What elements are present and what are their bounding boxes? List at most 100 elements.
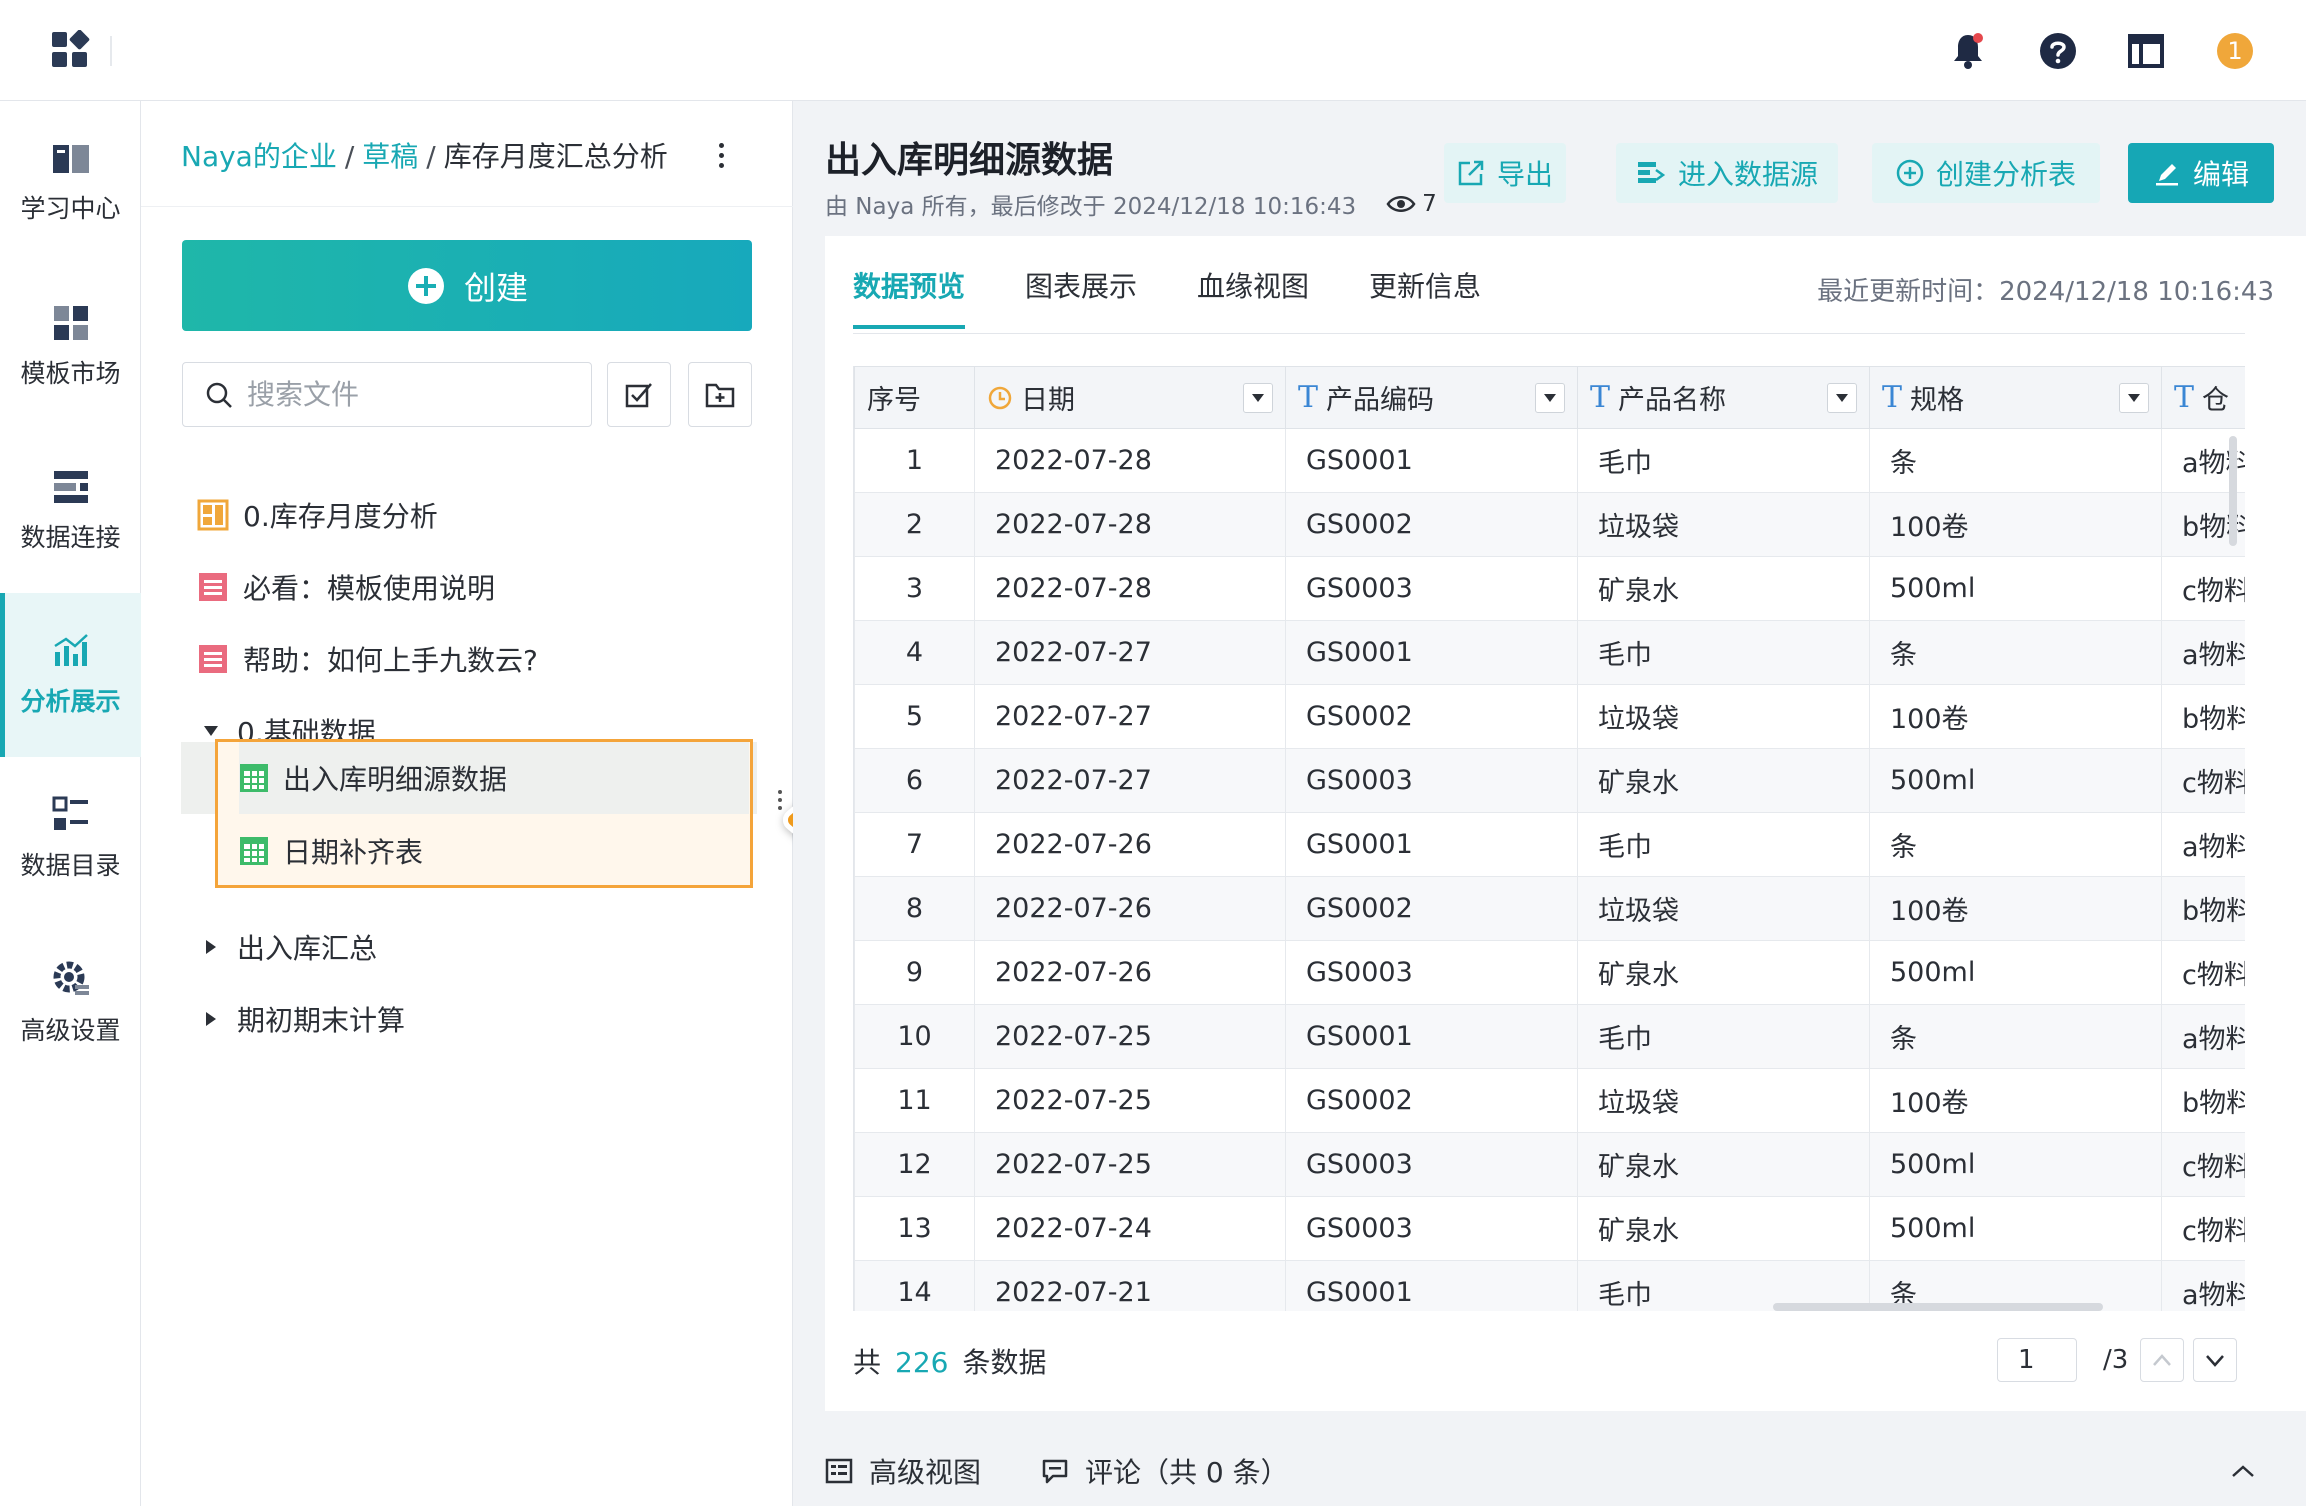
table-cell-date: 2022-07-28: [974, 492, 1286, 557]
comment-icon: [1042, 1459, 1068, 1484]
nav-data-connection[interactable]: 数据连接: [0, 429, 141, 593]
table-row[interactable]: 112022-07-25GS0002垃圾袋100卷b物料: [854, 1068, 2245, 1133]
breadcrumb-link-enterprise[interactable]: Naya的企业: [181, 140, 337, 173]
table-row[interactable]: 102022-07-25GS0001毛巾条a物料: [854, 1004, 2245, 1069]
table-cell-warehouse: b物料: [2161, 684, 2245, 749]
search-icon: [206, 382, 232, 408]
table-row[interactable]: 82022-07-26GS0002垃圾袋100卷b物料: [854, 876, 2245, 941]
export-button[interactable]: 导出: [1444, 143, 1566, 203]
nav-learning-center[interactable]: 学习中心: [0, 101, 141, 265]
tree-item-doc[interactable]: 帮助：如何上手九数云?: [197, 629, 538, 689]
comments-button[interactable]: 评论（共 0 条）: [1041, 1451, 1289, 1491]
table-cell-product-code: GS0003: [1285, 556, 1578, 621]
bell-icon[interactable]: [1945, 28, 1991, 74]
advanced-view-icon: [825, 1458, 853, 1484]
edit-button[interactable]: 编辑: [2128, 143, 2274, 203]
batch-select-button[interactable]: [607, 362, 671, 427]
more-menu-icon[interactable]: [708, 137, 734, 173]
dropdown-icon[interactable]: [2119, 382, 2149, 413]
table-row[interactable]: 9 2022-07-26 GS0003 矿泉水 500ml c物料: [854, 940, 2245, 1005]
count-suffix: 条数据: [962, 1346, 1047, 1379]
layout-icon[interactable]: [2123, 28, 2169, 74]
text-type-icon: T: [1590, 380, 1611, 415]
tree-folder-summary[interactable]: 出入库汇总: [199, 917, 377, 977]
breadcrumb-link-drafts[interactable]: 草稿: [362, 140, 418, 173]
breadcrumb-current: 库存月度汇总分析: [443, 140, 668, 173]
table-row[interactable]: 6 2022-07-27 GS0003 矿泉水 500ml c物料: [854, 748, 2245, 813]
table-row[interactable]: 12 2022-07-25 GS0003 矿泉水 500ml c物料: [854, 1132, 2245, 1197]
eye-icon: [1386, 196, 1416, 212]
horizontal-scrollbar[interactable]: [1773, 1303, 2103, 1311]
table-row[interactable]: 22022-07-28GS0002垃圾袋100卷b物料: [854, 492, 2245, 557]
tree-item-label: 帮助：如何上手九数云?: [243, 644, 538, 677]
tab-chart-display[interactable]: 图表展示: [1025, 265, 1137, 329]
user-badge-icon[interactable]: 1: [2212, 28, 2258, 74]
caret-right-icon[interactable]: [199, 1007, 223, 1031]
prev-page-button[interactable]: [2140, 1338, 2184, 1382]
nav-label: 高级设置: [20, 1016, 121, 1045]
tree-item-selected-table[interactable]: 出入库明细源数据: [239, 742, 749, 814]
chevron-down-icon: [2206, 1355, 2224, 1367]
table-cell-product-name: 矿泉水: [1577, 1196, 1870, 1261]
divider: [141, 206, 793, 207]
column-header-warehouse[interactable]: T仓: [2161, 366, 2245, 429]
table-row[interactable]: 12022-07-28GS0001毛巾条a物料: [854, 428, 2245, 493]
search-input[interactable]: [247, 378, 577, 411]
table-cell-warehouse: c物料: [2161, 748, 2245, 813]
nav-label: 数据目录: [20, 851, 121, 880]
nav-analysis-display[interactable]: 分析展示: [0, 593, 141, 757]
create-analysis-button[interactable]: 创建分析表: [1872, 143, 2100, 203]
column-header-date[interactable]: 日期: [974, 366, 1286, 429]
next-page-button[interactable]: [2193, 1338, 2237, 1382]
column-header-product-name[interactable]: T 产品名称: [1577, 366, 1870, 429]
caret-right-icon[interactable]: [199, 935, 223, 959]
bottom-bar: 高级视图 评论（共 0 条）: [825, 1441, 2306, 1501]
tree-item-dashboard[interactable]: 0.库存月度分析: [197, 485, 438, 545]
tree-item-table[interactable]: 日期补齐表: [239, 817, 423, 885]
table-cell-warehouse: a物料: [2161, 1004, 2245, 1069]
table-cell-warehouse: a物料: [2161, 1260, 2245, 1311]
enter-data-source-button[interactable]: 进入数据源: [1616, 143, 1838, 203]
page-number-input[interactable]: 1: [1997, 1338, 2077, 1382]
nav-advanced-settings[interactable]: 高级设置: [0, 921, 141, 1085]
collapse-panel-button[interactable]: [2227, 1455, 2259, 1487]
table-cell-seq: 10: [854, 1004, 975, 1069]
nav-template-market[interactable]: 模板市场: [0, 265, 141, 429]
table-cell-seq: 12: [854, 1132, 975, 1197]
advanced-view-button[interactable]: 高级视图: [825, 1451, 981, 1491]
column-header-product-code[interactable]: T 产品编码: [1285, 366, 1578, 429]
table-row[interactable]: 42022-07-27GS0001毛巾条a物料: [854, 620, 2245, 685]
tab-update-info[interactable]: 更新信息: [1369, 265, 1481, 329]
create-analysis-label: 创建分析表: [1935, 158, 2076, 191]
tab-lineage-view[interactable]: 血缘视图: [1197, 265, 1309, 329]
nav-data-catalog[interactable]: 数据目录: [0, 757, 141, 921]
create-button[interactable]: 创建: [182, 240, 752, 331]
tab-data-preview[interactable]: 数据预览: [853, 265, 966, 329]
new-folder-button[interactable]: [688, 362, 752, 427]
tree-folder-period-calc[interactable]: 期初期末计算: [199, 989, 405, 1049]
chart-icon: [53, 634, 88, 666]
table-row[interactable]: 72022-07-26GS0001毛巾条a物料: [854, 812, 2245, 877]
column-header-label: 日期: [1021, 385, 1075, 416]
table-row[interactable]: 52022-07-27GS0002垃圾袋100卷b物料: [854, 684, 2245, 749]
count-prefix: 共: [853, 1346, 882, 1379]
tree-item-label: 必看：模板使用说明: [243, 572, 496, 605]
table-row[interactable]: 3 2022-07-28 GS0003 矿泉水 500ml c物料: [854, 556, 2245, 621]
data-table-container[interactable]: 序号 日期 T 产品编码 T 产品名称 T 规格 T 仓 1 2022-07-2…: [853, 366, 2245, 1311]
dropdown-icon[interactable]: [1827, 382, 1857, 413]
dropdown-icon[interactable]: [1243, 382, 1273, 413]
table-cell-spec: 条: [1869, 620, 2162, 685]
apps-icon[interactable]: [50, 30, 94, 74]
tree-item-doc[interactable]: 必看：模板使用说明: [197, 557, 495, 617]
table-cell-spec: 500ml: [1869, 556, 2162, 621]
table-cell-date: 2022-07-24: [974, 1196, 1286, 1261]
vertical-scrollbar[interactable]: [2229, 436, 2237, 546]
table-cell-spec: 100卷: [1869, 1068, 2162, 1133]
column-header-spec[interactable]: T 规格: [1869, 366, 2162, 429]
table-row[interactable]: 13 2022-07-24 GS0003 矿泉水 500ml c物料: [854, 1196, 2245, 1261]
help-icon[interactable]: [2035, 28, 2081, 74]
template-icon: [53, 306, 88, 340]
dropdown-icon[interactable]: [1535, 382, 1565, 413]
table-cell-product-code: GS0003: [1285, 1132, 1578, 1197]
table-cell-spec: 500ml: [1869, 940, 2162, 1005]
